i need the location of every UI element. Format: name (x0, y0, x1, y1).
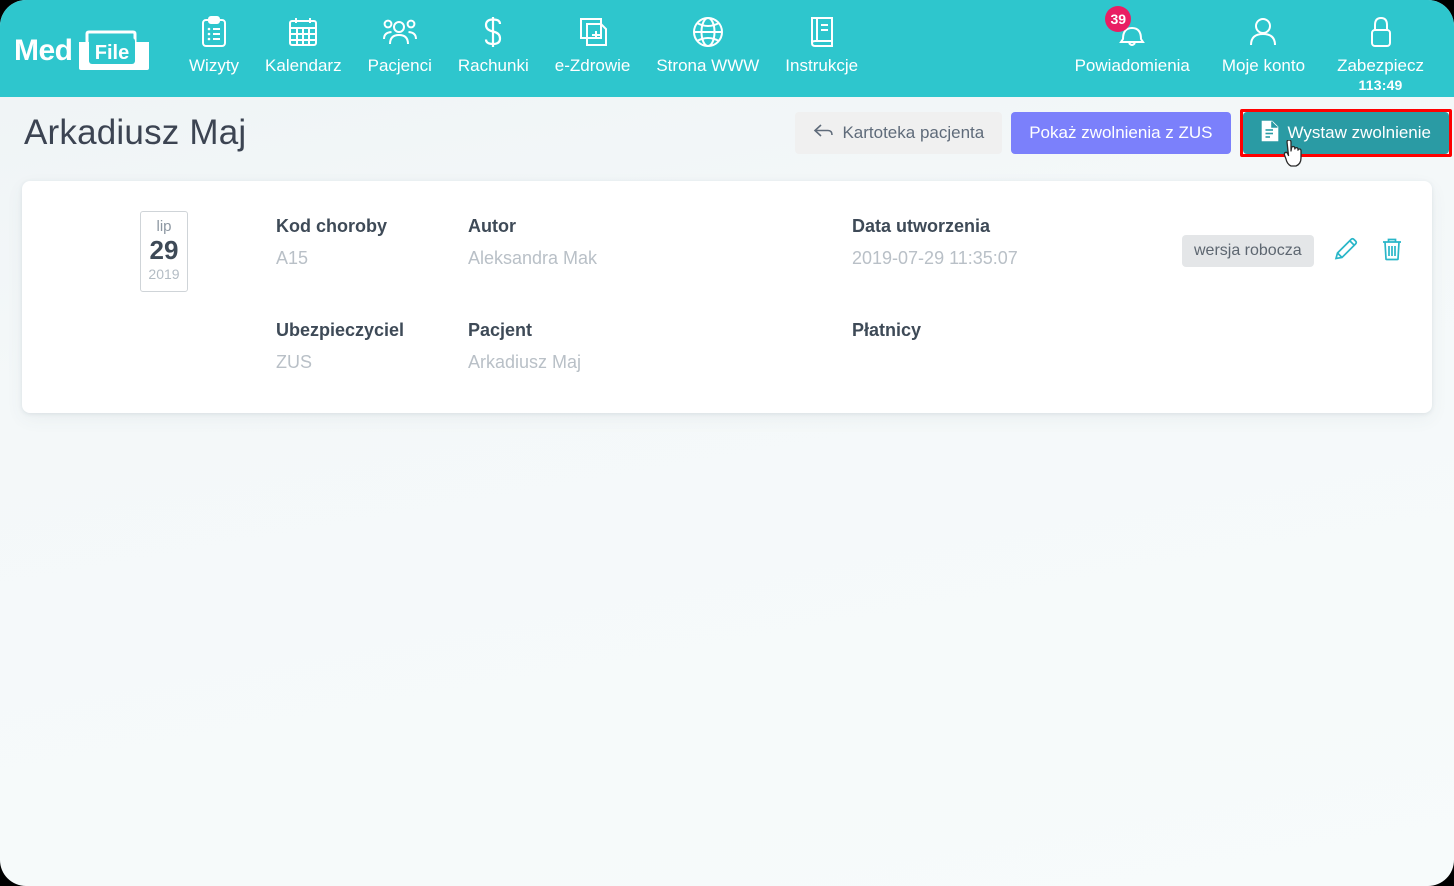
medical-file-plus-icon (577, 14, 609, 50)
nav-label-e-zdrowie: e-Zdrowie (555, 56, 631, 76)
page-actions: Kartoteka pacjenta Pokaż zwolnienia z ZU… (795, 109, 1438, 157)
date-badge: lip 29 2019 (140, 211, 188, 292)
status-badge: wersja robocza (1182, 235, 1314, 267)
nav-item-e-zdrowie[interactable]: e-Zdrowie (542, 0, 644, 76)
date-year: 2019 (141, 266, 187, 283)
arrow-back-icon (813, 123, 833, 144)
nav-item-kalendarz[interactable]: Kalendarz (252, 0, 355, 76)
nav-item-rachunki[interactable]: Rachunki (445, 0, 542, 76)
field-pacjent: Pacjent Arkadiusz Maj (468, 319, 852, 375)
field-kod-choroby: Kod choroby A15 (276, 215, 468, 271)
lock-icon (1366, 14, 1396, 50)
dollar-icon (480, 14, 506, 50)
field-label-ubezpieczyciel: Ubezpieczyciel (276, 319, 468, 342)
record-actions: wersja robocza (1182, 235, 1416, 267)
fields-column-1: Kod choroby A15 Ubezpieczyciel ZUS (276, 215, 468, 375)
nav-label-zabezpiecz: Zabezpiecz (1337, 56, 1424, 76)
back-to-patient-record-button[interactable]: Kartoteka pacjenta (795, 112, 1002, 154)
nav-item-powiadomienia[interactable]: 39 Powiadomienia (1059, 0, 1206, 76)
edit-record-button[interactable] (1332, 237, 1360, 265)
nav-right-group: 39 Powiadomienia Moje konto (1059, 0, 1454, 93)
field-value-autor: Aleksandra Mak (468, 247, 852, 270)
nav-label-instrukcje: Instrukcje (785, 56, 858, 76)
date-month: lip (141, 218, 187, 236)
app-window: Med File (0, 0, 1454, 886)
show-zus-sick-notes-button[interactable]: Pokaż zwolnienia z ZUS (1011, 112, 1230, 154)
field-ubezpieczyciel: Ubezpieczyciel ZUS (276, 319, 468, 375)
nav-item-moje-konto[interactable]: Moje konto (1206, 0, 1321, 76)
nav-label-pacjenci: Pacjenci (368, 56, 432, 76)
highlight-annotation: Wystaw zwolnienie (1240, 109, 1452, 157)
record-fields: Kod choroby A15 Ubezpieczyciel ZUS Autor… (276, 215, 1182, 375)
field-value-ubezpieczyciel: ZUS (276, 351, 468, 374)
back-button-label: Kartoteka pacjenta (842, 123, 984, 143)
app-logo[interactable]: Med File (14, 30, 154, 72)
pencil-icon (1333, 236, 1359, 267)
document-icon (1261, 120, 1279, 147)
nav-label-moje-konto: Moje konto (1222, 56, 1305, 76)
svg-text:File: File (94, 42, 128, 64)
field-value-platnicy (852, 351, 1182, 361)
field-value-kod-choroby: A15 (276, 247, 468, 270)
field-value-pacjent: Arkadiusz Maj (468, 351, 852, 374)
nav-item-zabezpiecz[interactable]: Zabezpiecz 113:49 (1321, 0, 1440, 93)
field-autor: Autor Aleksandra Mak (468, 215, 852, 271)
session-timer: 113:49 (1359, 77, 1403, 93)
date-day: 29 (141, 236, 187, 266)
nav-item-pacjenci[interactable]: Pacjenci (355, 0, 445, 76)
field-data-utworzenia: Data utworzenia 2019-07-29 11:35:07 (852, 215, 1182, 271)
field-label-platnicy: Płatnicy (852, 319, 1182, 342)
nav-item-instrukcje[interactable]: Instrukcje (772, 0, 871, 76)
field-value-data-utworzenia: 2019-07-29 11:35:07 (852, 247, 1182, 270)
field-label-autor: Autor (468, 215, 852, 238)
nav-item-wizyty[interactable]: Wizyty (176, 0, 252, 76)
logo-text-med: Med (14, 36, 73, 66)
sick-note-card: lip 29 2019 Kod choroby A15 Ubezpieczyci… (22, 181, 1432, 413)
book-icon (808, 14, 836, 50)
logo-folder-icon: File (77, 30, 151, 72)
nav-label-strona-www: Strona WWW (656, 56, 759, 76)
people-icon (383, 14, 417, 50)
person-icon (1248, 14, 1278, 50)
calendar-icon (288, 14, 318, 50)
nav-label-wizyty: Wizyty (189, 56, 239, 76)
issue-sick-note-button[interactable]: Wystaw zwolnienie (1243, 112, 1449, 154)
nav-label-powiadomienia: Powiadomienia (1075, 56, 1190, 76)
fields-column-2: Autor Aleksandra Mak Pacjent Arkadiusz M… (468, 215, 852, 375)
main-nav: Wizyty Kalendarz (176, 0, 871, 76)
clipboard-icon (200, 14, 228, 50)
show-zus-button-label: Pokaż zwolnienia z ZUS (1029, 123, 1212, 143)
top-navigation-bar: Med File (0, 0, 1454, 97)
bell-icon: 39 (1117, 14, 1147, 50)
globe-icon (692, 14, 724, 50)
fields-column-3: Data utworzenia 2019-07-29 11:35:07 Płat… (852, 215, 1182, 375)
field-label-pacjent: Pacjent (468, 319, 852, 342)
issue-button-label: Wystaw zwolnienie (1288, 123, 1431, 143)
field-label-data-utworzenia: Data utworzenia (852, 215, 1182, 238)
field-label-kod-choroby: Kod choroby (276, 215, 468, 238)
page-header-row: Arkadiusz Maj Kartoteka pacjenta Pokaż z… (0, 97, 1454, 169)
delete-record-button[interactable] (1378, 237, 1406, 265)
nav-label-kalendarz: Kalendarz (265, 56, 342, 76)
field-platnicy: Płatnicy (852, 319, 1182, 361)
nav-label-rachunki: Rachunki (458, 56, 529, 76)
nav-item-strona-www[interactable]: Strona WWW (643, 0, 772, 76)
trash-icon (1379, 236, 1405, 267)
page-title: Arkadiusz Maj (24, 113, 246, 153)
